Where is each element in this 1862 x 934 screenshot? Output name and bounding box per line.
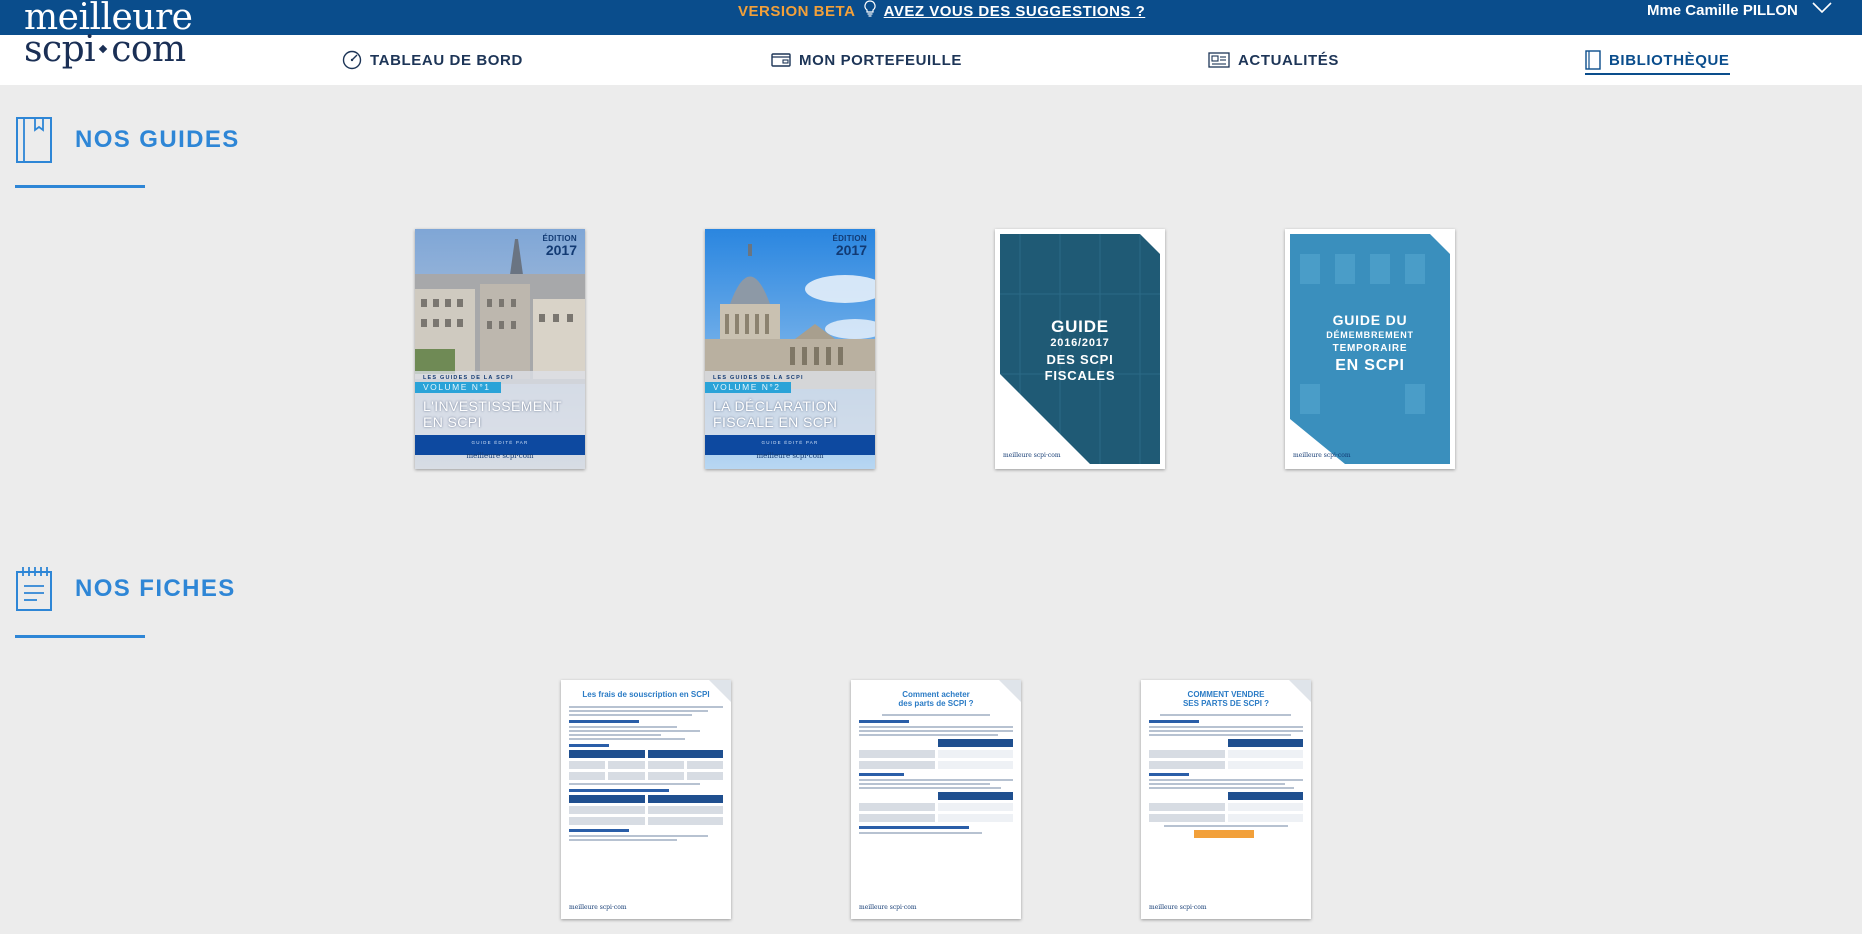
fiche-card-acheter-parts[interactable]: Comment acheter des parts de SCPI ? meil… (851, 680, 1021, 919)
fiche-card-frais-souscription[interactable]: Les frais de souscription en SCPI meille… (561, 680, 731, 919)
nav-label: BIBLIOTHÈQUE (1609, 51, 1730, 69)
section-guides-header: NOS GUIDES (15, 116, 240, 164)
logo-dot-icon (98, 44, 108, 54)
volume-label: VOLUME N°2 (705, 382, 791, 393)
guide-card-scpi-fiscales[interactable]: GUIDE 2016/2017 DES SCPI FISCALES meille… (995, 229, 1165, 469)
section-fiches-header: NOS FICHES (15, 566, 236, 612)
fiche-title: Les frais de souscription en SCPI (582, 690, 710, 699)
cover-logo: meilleure scpi·com (756, 452, 824, 460)
edition-year: 2017 (835, 242, 867, 258)
volume-label: VOLUME N°1 (415, 382, 501, 393)
logo-part-b: com (111, 29, 186, 70)
suggestions-link[interactable]: AVEZ VOUS DES SUGGESTIONS ? (884, 3, 1146, 20)
dashboard-gauge-icon (342, 50, 362, 70)
section-divider (15, 635, 145, 638)
cover-logo: meilleure scpi·com (466, 452, 534, 460)
newspaper-icon (1208, 52, 1230, 68)
footer-text: GUIDE ÉDITÉ PAR (471, 440, 529, 445)
guide-title-line4: FISCALES (1044, 368, 1116, 383)
logo-part-a: scpi (24, 29, 96, 70)
site-logo[interactable]: meilleure scpi com (24, 0, 224, 82)
fiche-card-vendre-parts[interactable]: COMMENT VENDRE SES PARTS DE SCPI ? meill… (1141, 680, 1311, 919)
fiche-content-preview (569, 706, 723, 843)
nav-bibliotheque[interactable]: BIBLIOTHÈQUE (1585, 35, 1730, 85)
fiche-content-preview (859, 714, 1013, 836)
fiche-title-line2: SES PARTS DE SCPI ? (1182, 699, 1270, 708)
notepad-icon (16, 567, 52, 611)
book-icon (16, 117, 52, 163)
guide-title-line2: 2016/2017 (1050, 337, 1110, 349)
section-title: NOS FICHES (75, 575, 236, 602)
edition-badge: ÉDITION 2017 (832, 234, 867, 257)
edition-badge: ÉDITION 2017 (542, 234, 577, 257)
guide-title-line2: DÉMEMBREMENT (1326, 330, 1414, 340)
footer-text: GUIDE ÉDITÉ PAR (761, 440, 819, 445)
fiche-content-preview (1149, 714, 1303, 841)
fiche-logo: meilleure scpi·com (1149, 904, 1207, 911)
fiche-logo: meilleure scpi·com (569, 904, 627, 911)
nav-label: TABLEAU DE BORD (370, 51, 523, 69)
main-nav: TABLEAU DE BORD MON PORTEFEUILLE ACTUALI… (0, 35, 1862, 85)
wallet-icon (771, 53, 791, 67)
chevron-down-icon (1812, 0, 1832, 20)
lightbulb-icon (863, 0, 876, 24)
guide-title: L'INVESTISSEMENT EN SCPI (423, 398, 562, 430)
logo-line2: scpi com (24, 32, 224, 68)
nav-label: ACTUALITÉS (1238, 51, 1339, 69)
nav-label: MON PORTEFEUILLE (799, 51, 962, 69)
section-divider (15, 185, 145, 188)
user-menu[interactable]: Mme Camille PILLON (1647, 0, 1832, 22)
edition-year: 2017 (545, 242, 577, 258)
nav-actualites[interactable]: ACTUALITÉS (1208, 35, 1339, 85)
guide-cover-background (1000, 234, 1160, 464)
guide-title-line4: EN SCPI (1335, 357, 1405, 374)
nav-tableau-de-bord[interactable]: TABLEAU DE BORD (342, 35, 523, 85)
cover-logo: meilleure scpi·com (1003, 452, 1061, 459)
user-name: Mme Camille PILLON (1646, 2, 1798, 19)
fiche-logo: meilleure scpi·com (859, 904, 917, 911)
beta-label: VERSION BETA (738, 2, 855, 20)
guide-card-demembrement[interactable]: GUIDE DU DÉMEMBREMENT TEMPORAIRE EN SCPI… (1285, 229, 1455, 469)
cover-logo: meilleure scpi·com (1293, 452, 1351, 459)
fiche-title-line1: COMMENT VENDRE (1187, 690, 1265, 699)
nav-mon-portefeuille[interactable]: MON PORTEFEUILLE (771, 35, 962, 85)
series-label: LES GUIDES DE LA SCPI (423, 375, 514, 381)
book-icon (1585, 50, 1601, 70)
fiche-title-line2: des parts de SCPI ? (898, 699, 974, 708)
guide-title: LA DÉCLARATION FISCALE EN SCPI (713, 398, 838, 430)
guide-card-investissement[interactable]: ÉDITION 2017 LES GUIDES DE LA SCPI VOLUM… (415, 229, 585, 469)
series-label: LES GUIDES DE LA SCPI (713, 375, 804, 381)
fiche-title-line1: Comment acheter (902, 690, 970, 699)
guide-title-line1: GUIDE (1051, 317, 1109, 336)
guide-title-line3: DES SCPI (1046, 352, 1114, 367)
guide-card-declaration-fiscale[interactable]: ÉDITION 2017 LES GUIDES DE LA SCPI VOLUM… (705, 229, 875, 469)
section-title: NOS GUIDES (75, 126, 240, 153)
guide-title-line3: TEMPORAIRE (1332, 343, 1408, 354)
guide-title-line1: GUIDE DU (1332, 312, 1408, 328)
beta-banner: VERSION BETA AVEZ VOUS DES SUGGESTIONS ? (738, 0, 1145, 22)
